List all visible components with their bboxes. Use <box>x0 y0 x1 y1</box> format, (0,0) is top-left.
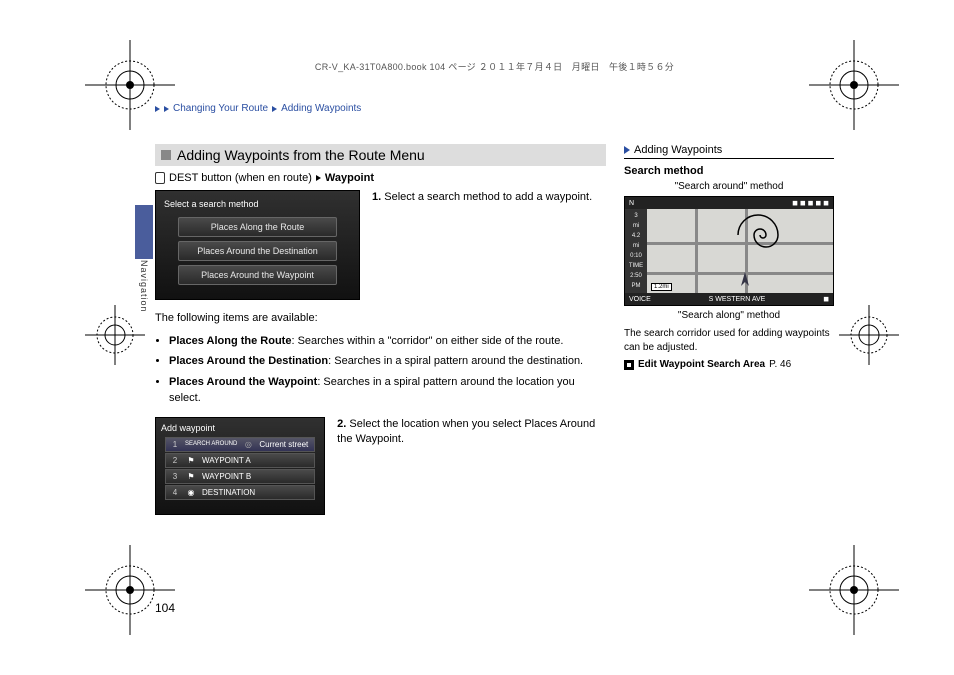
dest-icon: ◉ <box>185 488 197 497</box>
sidebar-heading: Adding Waypoints <box>624 144 834 159</box>
button-icon <box>155 172 165 184</box>
sidebar-column: Adding Waypoints Search method "Search a… <box>624 144 834 525</box>
menu-option: Places Along the Route <box>178 217 337 237</box>
map-scale: 1.2mi <box>651 283 672 291</box>
screenshot-add-waypoint: Add waypoint 1 SEARCH AROUND ◎ Current s… <box>155 417 325 515</box>
breadcrumb-item: Adding Waypoints <box>281 103 361 114</box>
vehicle-icon <box>735 270 755 290</box>
chevron-icon <box>624 146 630 154</box>
chevron-icon <box>272 106 277 112</box>
intro-text: The following items are available: <box>155 310 606 327</box>
chevron-icon <box>316 175 321 181</box>
chevron-icon <box>155 106 160 112</box>
step-number: 1. <box>372 191 381 203</box>
bullet-list: Places Along the Route: Searches within … <box>155 333 606 407</box>
print-header: CR-V_KA-31T0A800.book 104 ページ ２０１１年７月４日 … <box>155 60 834 73</box>
menu-option: Places Around the Destination <box>178 241 337 261</box>
screenshot-header: Add waypoint <box>161 423 319 433</box>
flag-icon: ⚑ <box>185 456 197 465</box>
nav-pre: DEST button (when en route) <box>169 172 312 184</box>
page-area: CR-V_KA-31T0A800.book 104 ページ ２０１１年７月４日 … <box>155 60 834 615</box>
side-tab-label: Navigation <box>139 260 149 313</box>
side-tab <box>135 205 153 259</box>
list-row: 4◉DESTINATION <box>165 485 315 500</box>
step-text: Select a search method to add a waypoint… <box>384 191 592 203</box>
step-2: 2. Select the location when you select P… <box>337 417 606 515</box>
bullet-item: Places Around the Waypoint: Searches in … <box>169 374 606 407</box>
target-icon: ◎ <box>242 440 254 449</box>
list-row: 2⚑WAYPOINT A <box>165 453 315 468</box>
map-info-column: 3 mi 4.2 mi 0:10 TIME 2:50 PM <box>625 209 647 293</box>
square-bullet-icon <box>161 150 171 160</box>
map-botbar: VOICE S WESTERN AVE ◼ <box>625 293 833 305</box>
north-icon: N <box>629 200 634 207</box>
bullet-item: Places Around the Destination: Searches … <box>169 353 606 370</box>
step-text: Select the location when you select <box>349 418 524 430</box>
sidebar-note: The search corridor used for adding wayp… <box>624 327 834 355</box>
reference-icon <box>624 360 634 370</box>
bullet-item: Places Along the Route: Searches within … <box>169 333 606 350</box>
sidebar-subheading: Search method <box>624 165 834 177</box>
search-icon-label: SEARCH AROUND <box>185 441 237 447</box>
main-column: Adding Waypoints from the Route Menu DES… <box>155 144 606 525</box>
breadcrumb: Changing Your Route Adding Waypoints <box>155 103 834 114</box>
section-heading: Adding Waypoints from the Route Menu <box>155 144 606 166</box>
step-1: 1. Select a search method to add a waypo… <box>372 190 592 300</box>
cross-reference: Edit Waypoint Search Area P. 46 <box>624 359 834 370</box>
page-number: 104 <box>155 601 175 615</box>
nav-link: Waypoint <box>325 172 374 184</box>
map-topbar: N ◼ ◼ ◼ ◼ ◼ <box>625 197 833 209</box>
flag-icon: ⚑ <box>185 472 197 481</box>
list-row: 1 SEARCH AROUND ◎ Current street <box>165 437 315 452</box>
screenshot-search-method: Select a search method Places Along the … <box>155 190 360 300</box>
step-number: 2. <box>337 418 346 430</box>
spiral-icon <box>733 205 793 265</box>
breadcrumb-item: Changing Your Route <box>173 103 268 114</box>
chevron-icon <box>164 106 169 112</box>
crop-mark-ml <box>85 305 145 370</box>
caption-bottom: "Search along" method <box>624 310 834 321</box>
nav-path: DEST button (when en route) Waypoint <box>155 172 606 184</box>
section-title: Adding Waypoints from the Route Menu <box>177 147 425 163</box>
menu-option: Places Around the Waypoint <box>178 265 337 285</box>
list-row: 3⚑WAYPOINT B <box>165 469 315 484</box>
crop-mark-mr <box>839 305 899 370</box>
screenshot-header: Select a search method <box>164 199 351 209</box>
map-screenshot: N ◼ ◼ ◼ ◼ ◼ 3 mi 4.2 mi 0:10 TIME 2:50 P… <box>624 196 834 306</box>
caption-top: "Search around" method <box>624 181 834 192</box>
